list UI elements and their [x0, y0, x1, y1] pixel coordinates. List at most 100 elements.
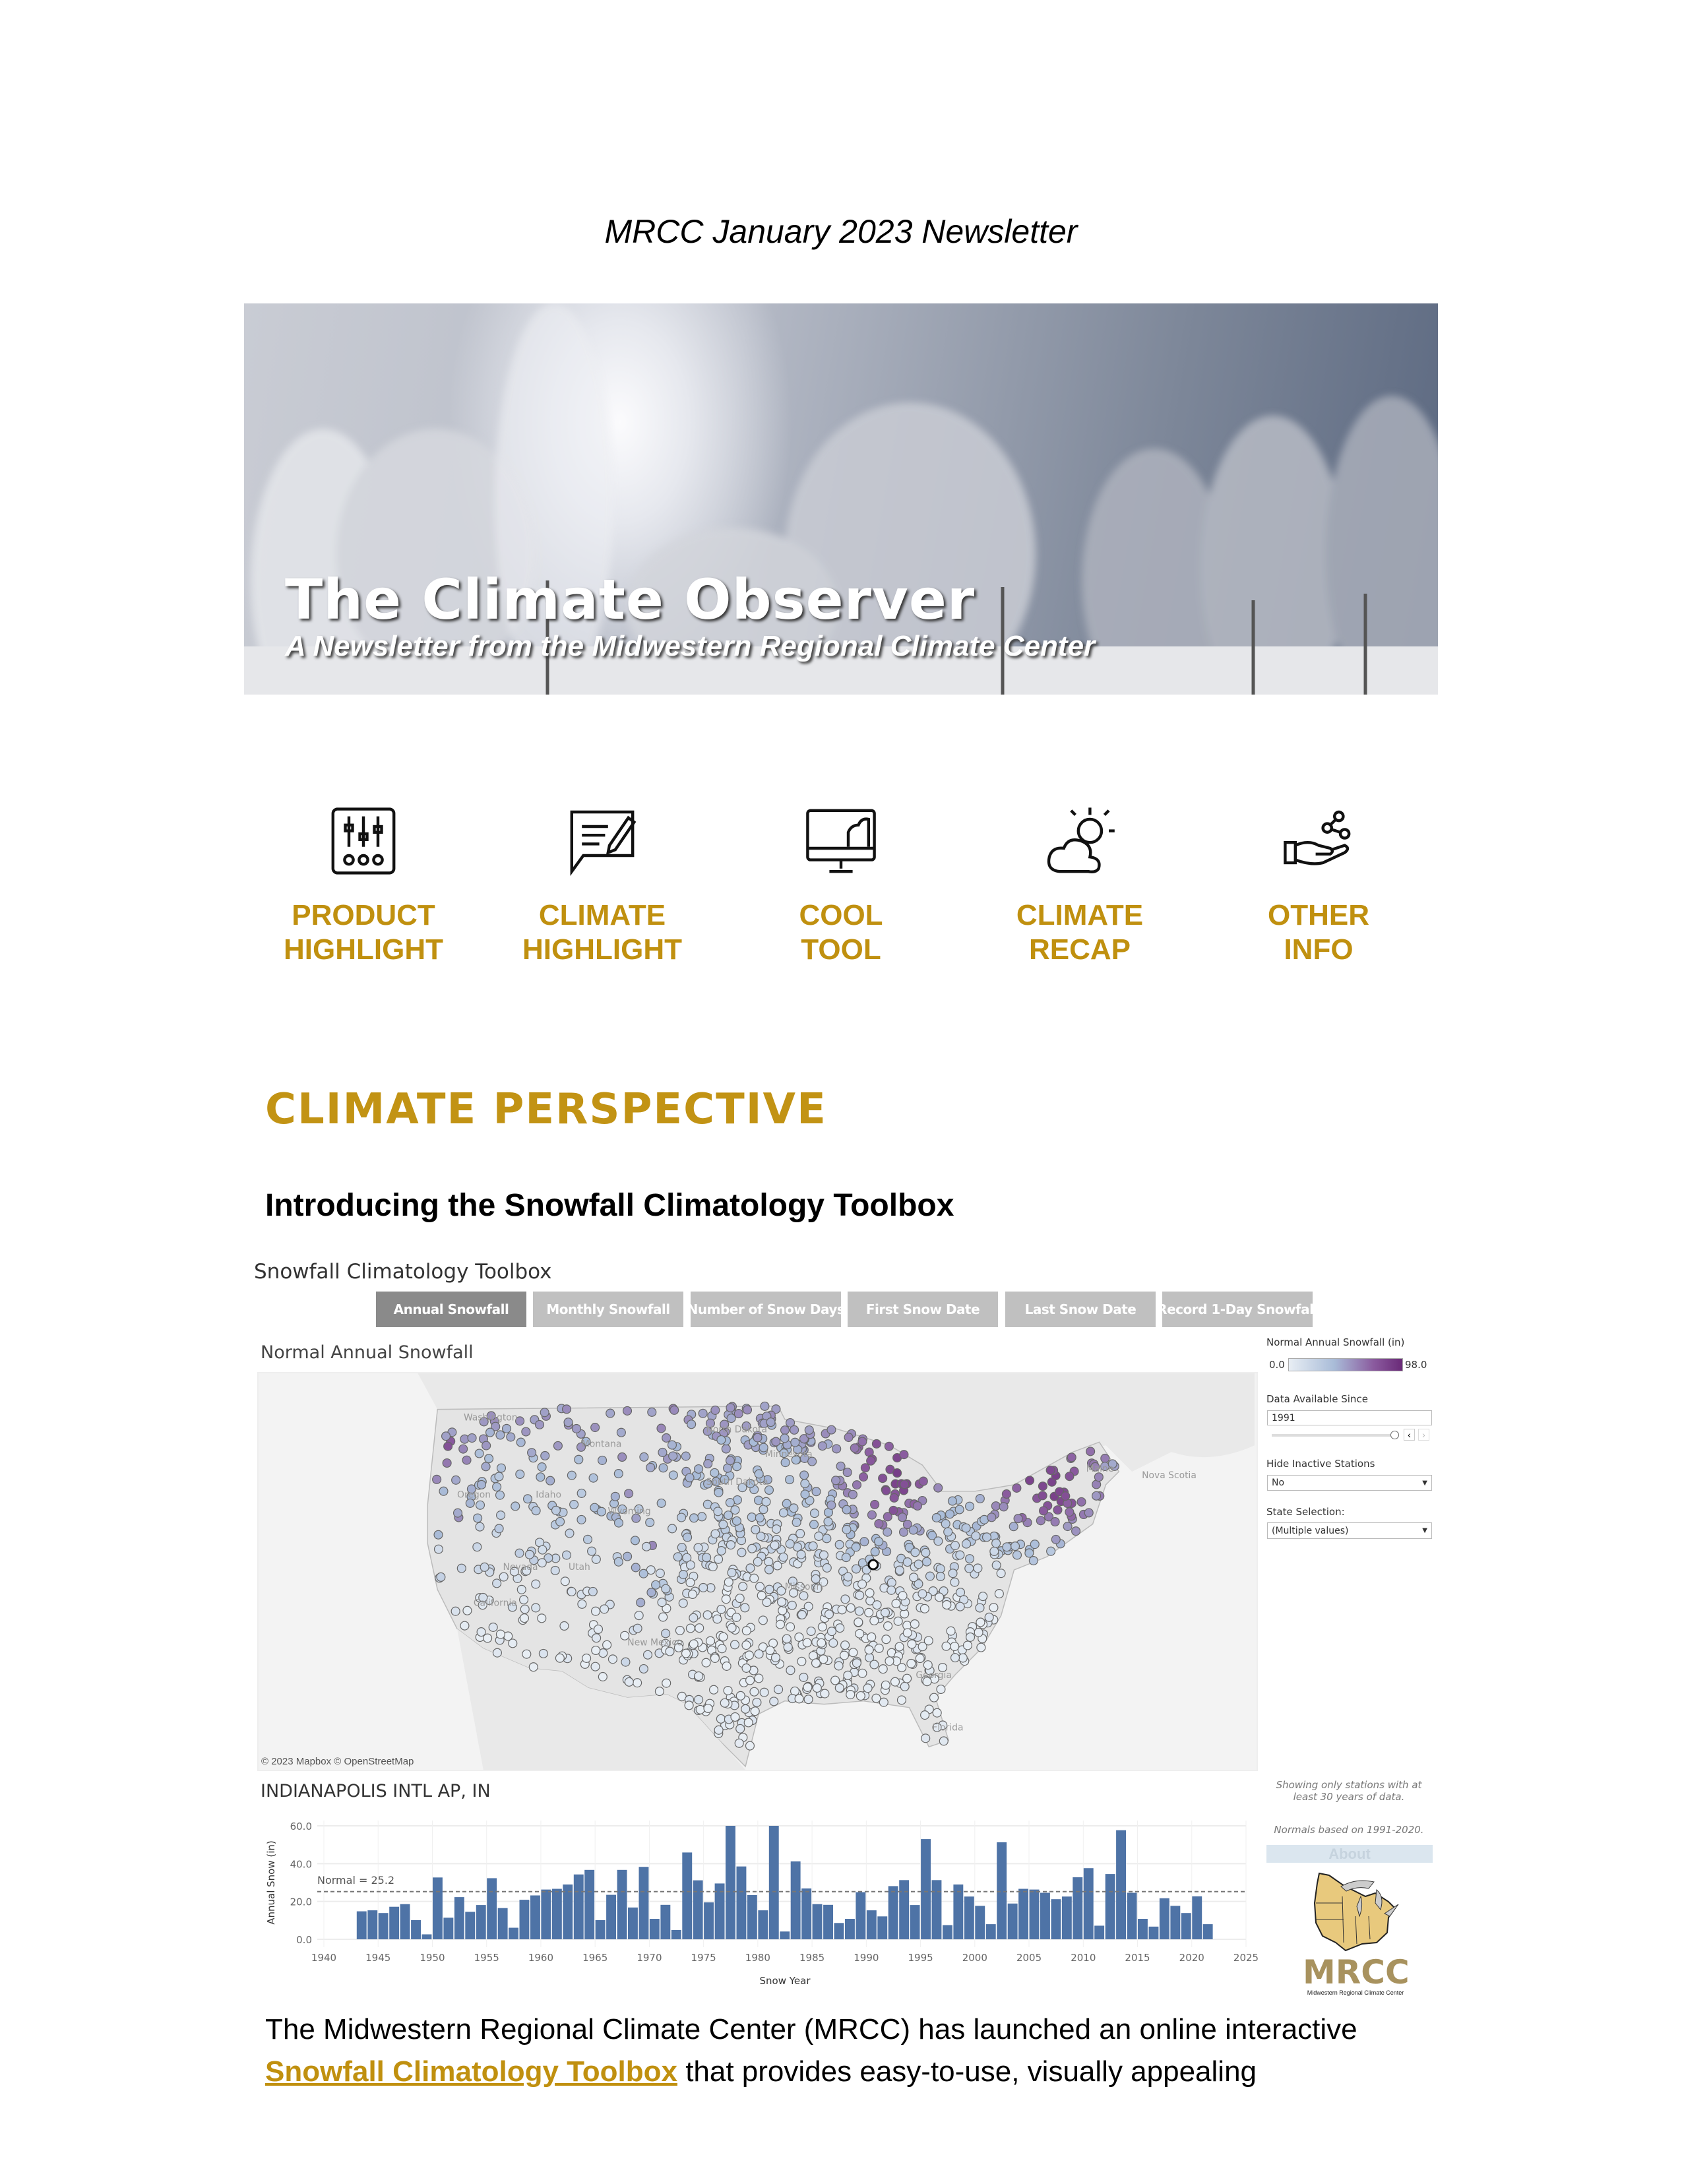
station-marker[interactable]: [460, 1621, 470, 1631]
station-marker[interactable]: [1010, 1542, 1020, 1551]
station-marker[interactable]: [1084, 1508, 1094, 1518]
station-marker[interactable]: [741, 1626, 751, 1636]
year-slider-handle[interactable]: [1390, 1431, 1399, 1439]
station-marker[interactable]: [987, 1513, 997, 1522]
station-marker[interactable]: [1036, 1516, 1045, 1526]
station-marker[interactable]: [740, 1603, 750, 1613]
bar-2011[interactable]: [1094, 1925, 1105, 1939]
station-marker[interactable]: [738, 1582, 748, 1592]
station-marker[interactable]: [710, 1468, 720, 1478]
station-marker[interactable]: [531, 1506, 541, 1516]
station-marker[interactable]: [677, 1513, 687, 1522]
bar-1981[interactable]: [768, 1826, 779, 1939]
station-marker[interactable]: [685, 1623, 695, 1633]
station-marker[interactable]: [797, 1609, 807, 1620]
toolbox-link[interactable]: Snowfall Climatology Toolbox: [265, 2055, 677, 2088]
station-marker[interactable]: [935, 1571, 945, 1582]
station-marker[interactable]: [823, 1516, 833, 1526]
station-marker[interactable]: [961, 1539, 972, 1549]
station-marker[interactable]: [678, 1598, 688, 1608]
bar-1963[interactable]: [573, 1874, 584, 1939]
station-marker[interactable]: [920, 1710, 930, 1720]
station-marker[interactable]: [976, 1617, 985, 1627]
station-marker[interactable]: [787, 1600, 797, 1610]
station-marker[interactable]: [501, 1423, 512, 1433]
station-marker[interactable]: [494, 1472, 504, 1482]
station-marker[interactable]: [590, 1423, 600, 1433]
station-marker[interactable]: [840, 1594, 850, 1604]
station-marker[interactable]: [476, 1627, 486, 1637]
station-marker[interactable]: [835, 1623, 845, 1633]
station-marker[interactable]: [741, 1663, 751, 1673]
station-marker[interactable]: [496, 1511, 506, 1520]
station-marker[interactable]: [559, 1621, 569, 1631]
station-marker[interactable]: [639, 1569, 648, 1578]
annual-snowfall-chart[interactable]: 0.0 20.0 40.0 60.0 1940 1945 1950 1955 1960 1965 1…: [257, 1807, 1260, 2005]
station-marker[interactable]: [622, 1406, 633, 1416]
station-marker[interactable]: [996, 1569, 1006, 1578]
station-marker[interactable]: [485, 1427, 495, 1437]
station-marker[interactable]: [582, 1534, 593, 1544]
station-marker[interactable]: [958, 1653, 968, 1663]
station-marker[interactable]: [819, 1550, 828, 1560]
bar-1992[interactable]: [888, 1886, 898, 1939]
station-marker[interactable]: [588, 1473, 598, 1483]
bar-1991[interactable]: [877, 1916, 888, 1939]
station-marker[interactable]: [933, 1536, 943, 1546]
station-marker[interactable]: [658, 1463, 668, 1473]
station-marker[interactable]: [915, 1654, 925, 1664]
station-marker[interactable]: [994, 1589, 1004, 1599]
station-marker[interactable]: [947, 1496, 957, 1506]
bar-1997[interactable]: [943, 1925, 952, 1940]
station-marker[interactable]: [592, 1633, 602, 1643]
station-marker[interactable]: [1046, 1546, 1056, 1556]
station-marker[interactable]: [965, 1554, 975, 1564]
station-marker[interactable]: [451, 1606, 460, 1616]
station-marker[interactable]: [519, 1595, 529, 1605]
station-marker[interactable]: [537, 1558, 547, 1568]
station-marker[interactable]: [820, 1689, 830, 1699]
station-marker[interactable]: [537, 1462, 547, 1472]
station-marker[interactable]: [783, 1642, 793, 1652]
station-marker[interactable]: [802, 1638, 812, 1648]
station-marker[interactable]: [473, 1513, 483, 1523]
station-marker[interactable]: [624, 1489, 634, 1499]
station-marker[interactable]: [900, 1480, 910, 1489]
bar-1957[interactable]: [509, 1927, 518, 1940]
station-marker[interactable]: [1030, 1540, 1040, 1549]
station-marker[interactable]: [908, 1525, 918, 1535]
station-marker[interactable]: [610, 1491, 620, 1501]
station-marker[interactable]: [909, 1573, 919, 1582]
station-marker[interactable]: [590, 1606, 601, 1616]
bar-2007[interactable]: [1051, 1899, 1061, 1939]
station-marker[interactable]: [869, 1615, 879, 1626]
station-marker[interactable]: [918, 1476, 928, 1486]
station-marker[interactable]: [591, 1645, 601, 1656]
station-marker[interactable]: [1065, 1507, 1075, 1517]
station-marker[interactable]: [834, 1661, 844, 1671]
station-marker[interactable]: [475, 1500, 485, 1510]
station-marker[interactable]: [897, 1513, 908, 1522]
station-marker[interactable]: [645, 1518, 655, 1528]
station-marker[interactable]: [725, 1497, 735, 1508]
station-marker[interactable]: [881, 1635, 891, 1644]
station-marker[interactable]: [921, 1547, 931, 1557]
station-marker[interactable]: [864, 1607, 874, 1617]
station-marker[interactable]: [623, 1551, 633, 1561]
station-marker[interactable]: [560, 1576, 570, 1586]
station-marker[interactable]: [515, 1469, 525, 1480]
station-marker[interactable]: [689, 1513, 699, 1523]
station-marker[interactable]: [613, 1557, 623, 1567]
station-marker[interactable]: [795, 1528, 805, 1539]
station-marker[interactable]: [914, 1559, 923, 1569]
slider-prev-icon[interactable]: ‹: [1404, 1429, 1415, 1441]
station-marker[interactable]: [745, 1675, 755, 1685]
station-marker[interactable]: [866, 1456, 876, 1466]
bar-1950[interactable]: [433, 1877, 443, 1939]
bar-1984[interactable]: [801, 1888, 812, 1939]
station-marker[interactable]: [732, 1612, 741, 1622]
bar-1954[interactable]: [476, 1905, 486, 1939]
station-marker[interactable]: [702, 1553, 712, 1563]
station-marker[interactable]: [935, 1592, 945, 1602]
station-marker[interactable]: [511, 1501, 520, 1511]
